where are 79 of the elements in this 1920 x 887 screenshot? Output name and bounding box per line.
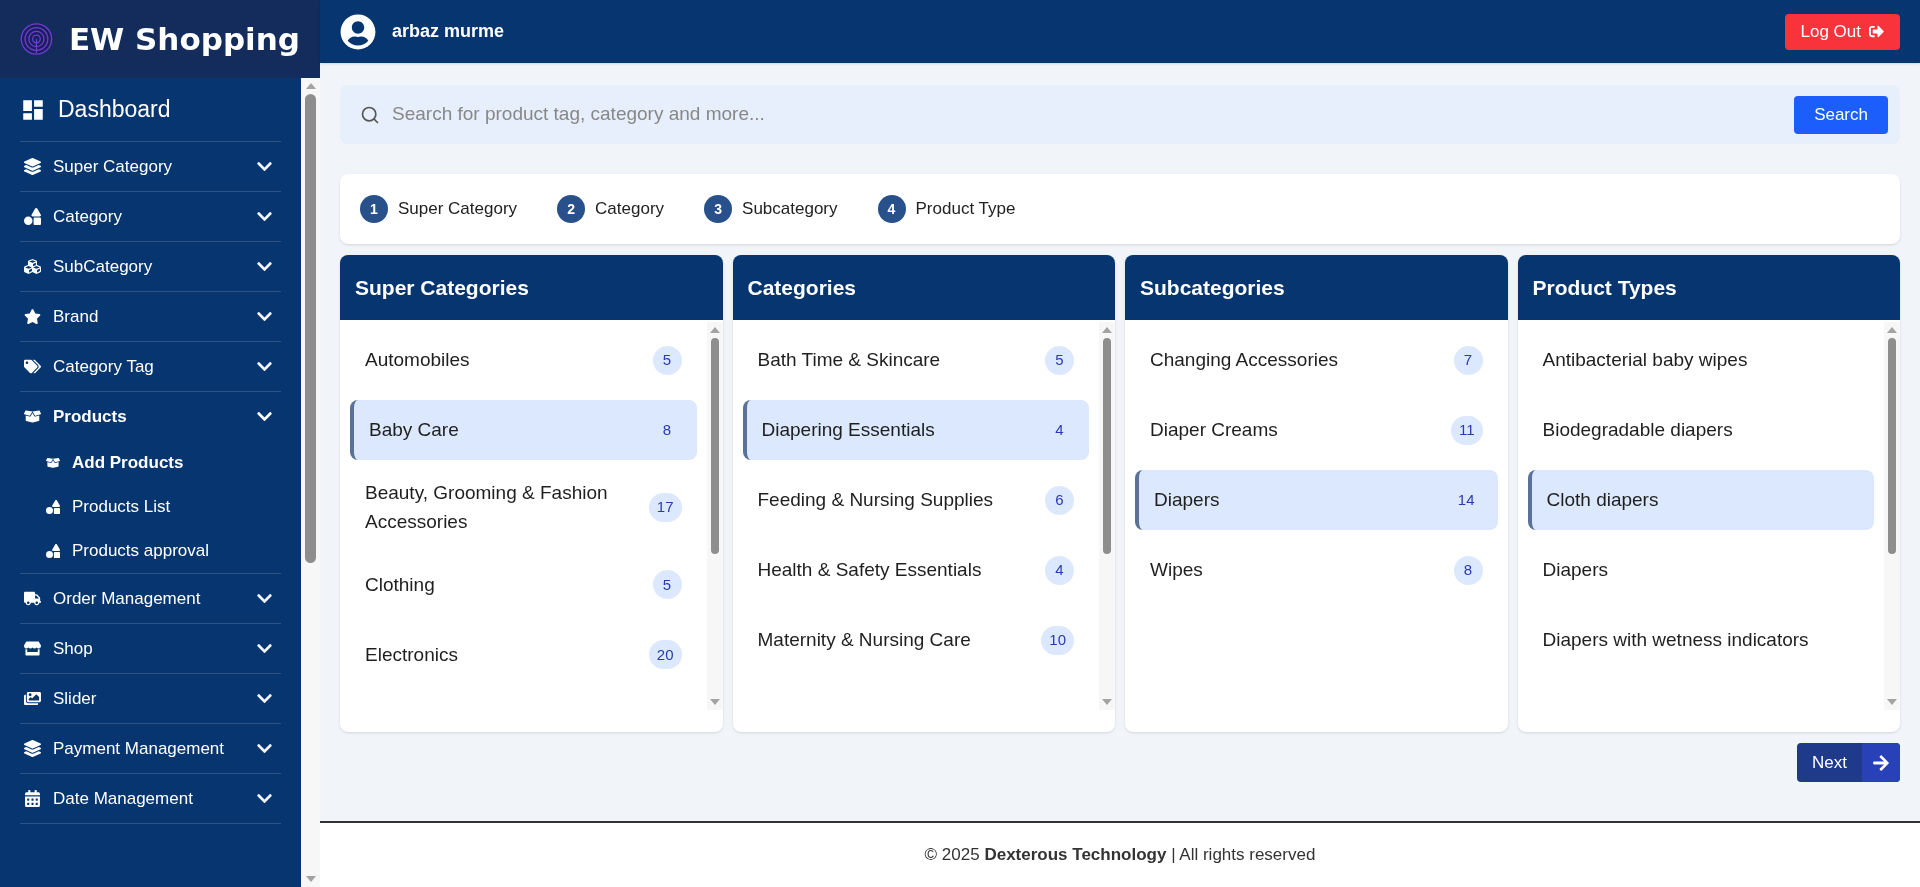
box-icon [24, 408, 41, 425]
search-button[interactable]: Search [1794, 95, 1888, 134]
scrollbar[interactable] [706, 322, 723, 710]
scroll-up-arrow-icon[interactable] [305, 82, 316, 90]
sidebar-item[interactable]: Slider [20, 674, 281, 723]
logout-button[interactable]: Log Out [1784, 13, 1900, 50]
list-item[interactable]: Diapers 14 [1135, 470, 1498, 530]
sidebar-item[interactable]: Payment Management [20, 724, 281, 773]
sidebar-subitem[interactable]: Add Products [20, 441, 281, 485]
count-badge: 17 [648, 492, 682, 522]
sidebar-item[interactable]: Shop [20, 624, 281, 673]
count-badge: 5 [1045, 345, 1074, 375]
images-icon [24, 690, 41, 707]
shapes-icon [46, 544, 60, 558]
sidebar-item[interactable]: Category Tag [20, 342, 281, 391]
search-field[interactable]: Search for product tag, category and more... Search [340, 85, 1900, 144]
brand-name: EW Shopping [68, 19, 300, 59]
step-number: 2 [557, 195, 586, 223]
truck-icon [24, 590, 41, 607]
count-badge: 6 [1045, 485, 1074, 515]
card-header: Product Types [1517, 255, 1900, 320]
card-header: Super Categories [340, 255, 723, 320]
step-number: 3 [704, 195, 733, 223]
step-label: Subcategory [742, 198, 838, 221]
layers-icon [24, 158, 41, 175]
logout-icon [1869, 24, 1884, 39]
scroll-down-arrow-icon[interactable] [1887, 698, 1897, 706]
scroll-down-arrow-icon[interactable] [1102, 698, 1112, 706]
count-badge: 10 [1041, 625, 1074, 655]
star-icon [24, 308, 41, 325]
list-item[interactable]: Baby Care 8 [350, 400, 697, 460]
list-item[interactable]: Diapering Essentials 4 [742, 400, 1089, 460]
sidebar-item[interactable]: Date Management [20, 774, 281, 823]
box-icon [46, 456, 60, 470]
user-name: arbaz murme [392, 20, 506, 43]
user-avatar-icon [340, 13, 376, 50]
list-item[interactable]: Cloth diapers [1527, 470, 1874, 530]
sidebar-subitem[interactable]: Products List [20, 485, 281, 529]
shapes-icon [24, 208, 41, 225]
count-badge: 4 [1045, 555, 1074, 585]
count-badge: 20 [648, 640, 682, 670]
scroll-down-arrow-icon[interactable] [709, 698, 720, 706]
scroll-up-arrow-icon[interactable] [1102, 326, 1112, 334]
sidebar-item[interactable]: Super Category [20, 142, 281, 191]
scroll-down-arrow-icon[interactable] [305, 875, 316, 883]
dashboard-link[interactable]: Dashboard [20, 78, 281, 142]
scroll-up-arrow-icon[interactable] [1887, 326, 1897, 334]
layers-icon [24, 740, 41, 757]
scrollbar[interactable] [301, 78, 320, 887]
next-button[interactable]: Next [1797, 743, 1900, 782]
sidebar-item[interactable]: Brand [20, 292, 281, 341]
step-label: Super Category [398, 198, 518, 221]
step-number: 4 [877, 195, 906, 223]
sidebar-item[interactable]: Category [20, 192, 281, 241]
calendar-icon [24, 790, 41, 807]
count-badge: 11 [1450, 415, 1483, 445]
sidebar-subitem[interactable]: Products approval [20, 529, 281, 573]
step-label: Category [595, 198, 665, 221]
count-badge: 5 [652, 570, 682, 600]
count-badge: 5 [652, 345, 682, 375]
scrollbar[interactable] [1099, 322, 1115, 710]
sidebar-item[interactable]: SubCategory [20, 242, 281, 291]
card-header: Categories [732, 255, 1115, 320]
tag-icon [24, 358, 41, 375]
count-badge: 7 [1453, 345, 1483, 375]
scroll-up-arrow-icon[interactable] [709, 326, 720, 334]
step-label: Product Type [915, 198, 1016, 221]
store-icon [24, 640, 41, 657]
arrow-right-icon [1872, 753, 1890, 772]
scrollbar[interactable] [1884, 322, 1900, 710]
copyright-text: © 2025 Dexterous Technology | All rights reserved [924, 844, 1316, 867]
step-number: 1 [360, 195, 388, 223]
count-badge: 8 [1453, 555, 1483, 585]
card-header: Subcategories [1125, 255, 1508, 320]
sidebar-item[interactable]: Order Management [20, 574, 281, 623]
shapes-icon [46, 500, 60, 514]
sidebar-item[interactable]: Products [20, 392, 281, 441]
cubes-icon [24, 258, 41, 275]
search-icon [360, 104, 380, 125]
